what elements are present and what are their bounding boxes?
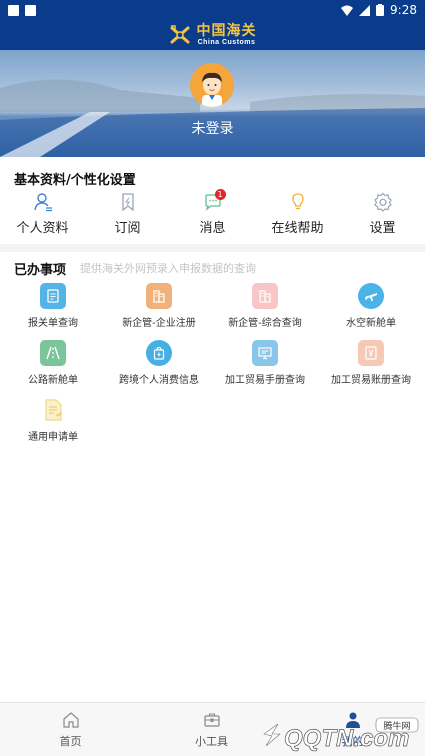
- processing-ledger-item[interactable]: 加工贸易账册查询: [318, 340, 424, 386]
- help-item[interactable]: 在线帮助: [255, 190, 340, 240]
- road-icon: [40, 340, 66, 366]
- settings-item-label: 设置: [369, 221, 396, 236]
- status-time: 9:28: [390, 3, 417, 17]
- qqtn-watermark-logo: QQTN.com 腾牛网: [263, 717, 419, 752]
- section-basic-title: 基本资料/个性化设置: [14, 173, 136, 188]
- bag-icon: [146, 340, 172, 366]
- message-item[interactable]: 1 消息: [170, 189, 255, 240]
- logo-en: China Customs: [197, 39, 256, 46]
- general-application-label: 通用申请单: [28, 432, 78, 443]
- gear-icon: [373, 192, 392, 212]
- section-divider: [0, 244, 425, 252]
- building-icon: [146, 283, 172, 309]
- form-icon: [40, 397, 66, 423]
- notification-icon: [8, 4, 19, 16]
- service-row-3: 通用申请单: [0, 397, 425, 443]
- processing-manual-item[interactable]: 加工贸易手册查询: [212, 340, 318, 386]
- app-header: 中国海关 China Customs: [0, 20, 425, 50]
- enterprise-register-item[interactable]: 新企管-企业注册: [106, 283, 212, 329]
- watermark-cn: 腾牛网: [383, 720, 410, 732]
- road-manifest-item[interactable]: 公路新舱单: [0, 340, 106, 386]
- home-icon: [62, 712, 79, 728]
- toolbox-icon: [203, 713, 220, 727]
- avatar[interactable]: [190, 63, 234, 107]
- customs-logo: 中国海关 China Customs: [197, 24, 257, 46]
- nav-home-label: 首页: [59, 735, 82, 748]
- help-item-label: 在线帮助: [271, 221, 324, 236]
- water-air-manifest-label: 水空新舱单: [346, 318, 396, 329]
- logo-cn: 中国海关: [196, 23, 257, 39]
- settings-item[interactable]: 设置: [340, 190, 425, 240]
- section-done-title: 已办事项: [14, 263, 67, 278]
- cross-border-consumption-label: 跨境个人消费信息: [119, 375, 199, 386]
- message-item-label: 消息: [199, 221, 226, 236]
- signal-icon: [359, 4, 371, 16]
- subscribe-item-label: 订阅: [114, 221, 141, 236]
- enterprise-query-label: 新企管-综合查询: [228, 318, 302, 329]
- lightbulb-icon: [291, 193, 304, 210]
- nav-tools-label: 小工具: [195, 735, 228, 748]
- enterprise-register-label: 新企管-企业注册: [122, 318, 196, 329]
- nav-home[interactable]: 首页: [0, 703, 141, 756]
- customs-emblem-icon: [170, 25, 189, 44]
- message-badge: 1: [214, 189, 226, 200]
- login-status[interactable]: 未登录: [0, 118, 425, 138]
- notification-a-icon: [25, 4, 36, 16]
- declaration-query-label: 报关单查询: [28, 318, 78, 329]
- building-search-icon: [252, 283, 278, 309]
- service-row-1: 报关单查询 新企管-企业注册 新企管-综合查询 水空新舱单: [0, 283, 425, 329]
- yen-book-icon: [358, 340, 384, 366]
- monitor-icon: [252, 340, 278, 366]
- person-icon: [33, 193, 52, 212]
- subscribe-item[interactable]: 订阅: [85, 190, 170, 240]
- section-done-hint: 提供海关外网预录入申报数据的查询: [80, 262, 256, 275]
- wifi-icon: [341, 5, 354, 16]
- message-icon-wrap: 1: [203, 189, 226, 212]
- declaration-query-item[interactable]: 报关单查询: [0, 283, 106, 329]
- processing-manual-label: 加工贸易手册查询: [225, 375, 305, 386]
- status-left-icons: [8, 4, 36, 16]
- battery-icon: [376, 4, 385, 16]
- status-bar: 9:28: [0, 0, 425, 20]
- service-row-2: 公路新舱单 跨境个人消费信息 加工贸易手册查询 加工贸易账册查询: [0, 340, 425, 386]
- cross-border-consumption-item[interactable]: 跨境个人消费信息: [106, 340, 212, 386]
- profile-item[interactable]: 个人资料: [0, 190, 85, 240]
- general-application-item[interactable]: 通用申请单: [0, 397, 106, 443]
- profile-item-label: 个人资料: [16, 221, 69, 236]
- water-air-manifest-item[interactable]: 水空新舱单: [318, 283, 424, 329]
- road-manifest-label: 公路新舱单: [28, 375, 78, 386]
- bookmark-icon: [121, 193, 134, 212]
- basic-settings-grid: 个人资料 订阅 1 消息 在线帮助 设置: [0, 189, 425, 240]
- processing-ledger-label: 加工贸易账册查询: [331, 375, 411, 386]
- plane-icon: [358, 283, 384, 309]
- status-right: 9:28: [341, 3, 417, 17]
- enterprise-query-item[interactable]: 新企管-综合查询: [212, 283, 318, 329]
- document-icon: [40, 283, 66, 309]
- avatar-person-icon: [190, 63, 234, 107]
